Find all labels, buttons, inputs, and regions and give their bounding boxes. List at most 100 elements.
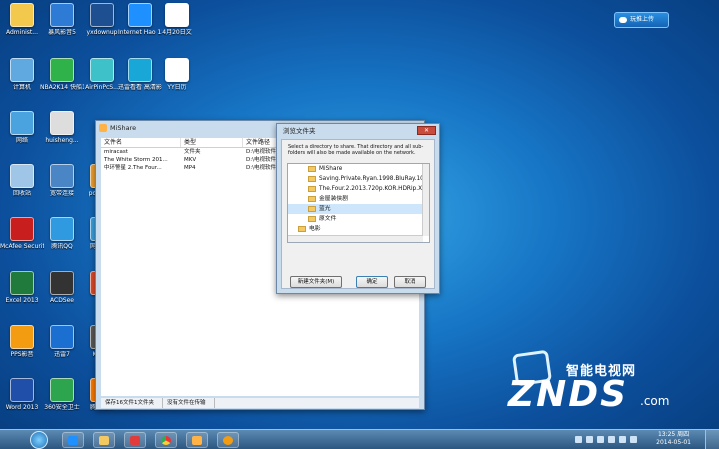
desktop-icon-label: Excel 2013 (5, 297, 39, 304)
desktop-icon-label: 360安全卫士 (44, 404, 80, 411)
desktop-icon-image (90, 58, 114, 82)
taskbar-item-explorer[interactable] (93, 432, 115, 448)
cancel-button[interactable]: 取消 (394, 276, 426, 288)
taskbar-item-player[interactable] (124, 432, 146, 448)
tree-item-label: Saving.Private.Ryan.1998.BluRay.10 (319, 176, 424, 182)
desktop-icon[interactable]: 回收站 (0, 164, 44, 197)
desktop-icon[interactable]: ACDSee (40, 271, 84, 304)
desktop-icon[interactable]: 网络 (0, 111, 44, 144)
desktop-icon-label: Administ... (6, 29, 38, 36)
ie-icon (68, 436, 78, 445)
browse-folder-dialog: 浏览文件夹 ✕ Select a directory to share. Tha… (276, 123, 440, 294)
clock[interactable]: 13:25 周四 2014-05-01 (656, 431, 691, 447)
desktop-icon-image (50, 3, 74, 27)
desktop-icon[interactable]: Administ... (0, 3, 44, 36)
mishare-app-icon (99, 124, 107, 132)
tree-item[interactable]: 蓝光 (288, 204, 429, 214)
desktop-icon-label: NBA2K14 快船118-1... (40, 84, 84, 91)
tree-item[interactable]: 原文件 (288, 214, 429, 224)
desktop-icon-label: huisheng... (45, 137, 79, 144)
desktop-icon-label: 宽带连接 (49, 190, 74, 197)
folder-tree: MiShare Saving.Private.Ryan.1998.BluRay.1… (287, 163, 430, 243)
desktop-icon-image (10, 58, 34, 82)
desktop-icon[interactable]: 腾讯QQ (40, 217, 84, 250)
tray-icon[interactable] (575, 436, 582, 443)
dialog-titlebar[interactable]: 浏览文件夹 ✕ (277, 124, 439, 138)
status-files: 保存16文件1文件夹 (101, 398, 163, 408)
ok-button[interactable]: 确定 (356, 276, 388, 288)
desktop-icon-label: 回收站 (12, 190, 31, 197)
file-type: MP4 (184, 165, 196, 171)
dialog-message: Select a directory to share. That direct… (288, 144, 424, 156)
desktop-icon-image (10, 217, 34, 241)
tray-icon[interactable] (608, 436, 615, 443)
column-header-type[interactable]: 类型 (181, 138, 243, 147)
vertical-scrollbar[interactable] (422, 164, 429, 236)
desktop-icon-label: McAfee Security... (0, 243, 44, 250)
desktop-icon[interactable]: 4月20日文 (155, 3, 199, 36)
tree-item[interactable]: 金屋装侠剧 (288, 194, 429, 204)
tray-icon[interactable] (597, 436, 604, 443)
new-folder-button[interactable]: 新建文件夹(M) (290, 276, 342, 288)
desktop-icon-label: 暴风影音5 (48, 29, 76, 36)
desktop-icon[interactable]: huisheng... (40, 111, 84, 144)
upload-button[interactable]: 玩推上传 (614, 12, 669, 28)
tray-icon[interactable] (586, 436, 593, 443)
tree-item[interactable]: Saving.Private.Ryan.1998.BluRay.10 (288, 174, 429, 184)
file-type: MKV (184, 157, 197, 163)
desktop-icon[interactable]: YY日历 (155, 58, 199, 91)
desktop-icon[interactable]: McAfee Security... (0, 217, 44, 250)
desktop-icon[interactable]: Excel 2013 (0, 271, 44, 304)
taskbar-item-mishare[interactable] (186, 432, 208, 448)
folder-icon (308, 195, 316, 202)
tree-item[interactable]: MiShare (288, 164, 429, 174)
desktop-icon-label: Word 2013 (5, 404, 39, 411)
volume-icon[interactable] (630, 436, 637, 443)
desktop-icon-image (10, 325, 34, 349)
status-transfer: 没有文件在传输 (163, 398, 215, 408)
folder-icon (298, 225, 306, 232)
file-name: 中环警星 2.The Four... (104, 165, 162, 171)
file-name: The White Storm 201... (104, 157, 168, 163)
tree-item[interactable]: 电影 (288, 224, 429, 234)
folder-icon (99, 436, 109, 445)
tree-item-label: 蓝光 (319, 206, 331, 212)
tree-item-label: The.Four.2.2013.720p.KOR.HDRip.X (319, 186, 423, 192)
desktop-icon-label: 4月20日文 (162, 29, 192, 36)
logo-suffix: .com (640, 394, 670, 408)
folder-icon (308, 175, 316, 182)
desktop-icon[interactable]: 迅雷7 (40, 325, 84, 358)
tree-item[interactable]: The.Four.2.2013.720p.KOR.HDRip.X (288, 184, 429, 194)
desktop-icon[interactable]: PPS影音 (0, 325, 44, 358)
dialog-close-button[interactable]: ✕ (417, 126, 436, 135)
desktop-icon-image (10, 3, 34, 27)
desktop-icon-label: ACDSee (50, 297, 74, 304)
file-name: miracast (104, 149, 128, 155)
start-button[interactable] (30, 431, 48, 449)
desktop-icon[interactable]: Word 2013 (0, 378, 44, 411)
desktop-icon[interactable]: 360安全卫士 (40, 378, 84, 411)
desktop-icon-label: 迅雷7 (54, 351, 70, 358)
tree-item-label: 原文件 (319, 216, 337, 222)
show-desktop-button[interactable] (705, 430, 719, 449)
desktop-icon-image (50, 271, 74, 295)
taskbar-item-chrome[interactable] (155, 432, 177, 448)
horizontal-scrollbar[interactable] (288, 235, 423, 242)
taskbar-item-app[interactable] (217, 432, 239, 448)
desktop-icon[interactable]: 宽带连接 (40, 164, 84, 197)
desktop-icon[interactable]: NBA2K14 快船118-1... (40, 58, 84, 91)
desktop-icon[interactable]: 计算机 (0, 58, 44, 91)
folder-icon (308, 185, 316, 192)
network-icon[interactable] (619, 436, 626, 443)
taskbar-item-ie[interactable] (62, 432, 84, 448)
tree-item-label: 电影 (309, 226, 321, 232)
file-type: 文件夹 (184, 149, 201, 155)
desktop-icon-label: PPS影音 (10, 351, 34, 358)
desktop-icon-image (90, 3, 114, 27)
desktop-icon-label: 网络 (15, 137, 28, 144)
dialog-title: 浏览文件夹 (283, 127, 316, 135)
column-header-name[interactable]: 文件名 (101, 138, 181, 147)
desktop-icon[interactable]: 暴风影音5 (40, 3, 84, 36)
desktop-icon-image (128, 58, 152, 82)
folder-icon (308, 215, 316, 222)
